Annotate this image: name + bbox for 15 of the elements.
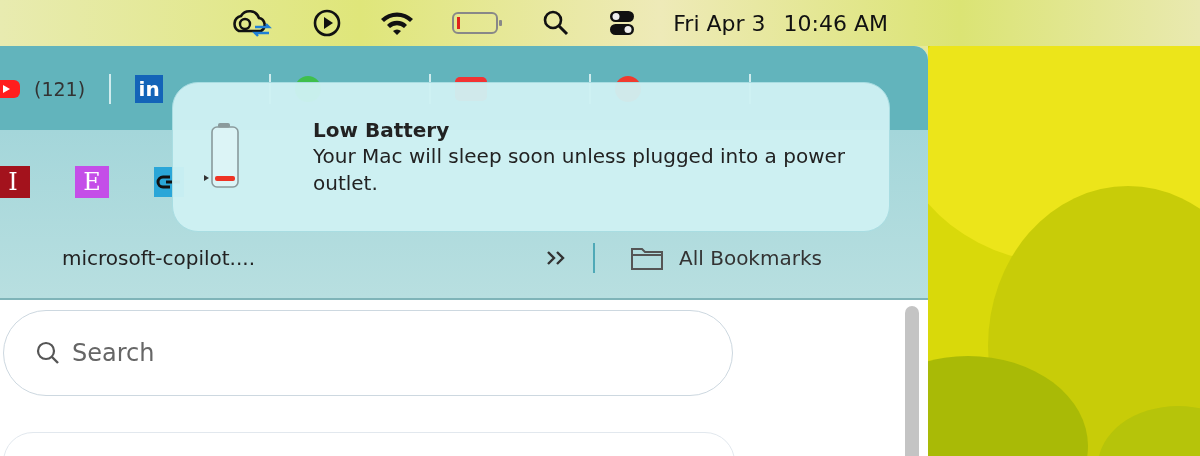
- tab-title[interactable]: (121): [34, 78, 86, 100]
- notification-title: Low Battery: [313, 117, 451, 142]
- bookmark-icon[interactable]: E: [75, 166, 109, 198]
- search-field[interactable]: Search: [3, 310, 733, 396]
- notification-message: Your Mac will sleep soon unless plugged into a power outlet.: [313, 142, 847, 197]
- logo-icon: in: [135, 75, 164, 103]
- bookmark-link[interactable]: microsoft-copilot....: [62, 246, 255, 270]
- scrollbar-thumb[interactable]: [905, 306, 919, 456]
- menu-bar-date[interactable]: Fri Apr 3: [673, 10, 766, 36]
- play-logo-icon: [0, 78, 20, 100]
- all-bookmarks-link[interactable]: All Bookmarks: [679, 246, 822, 270]
- chevron-icon[interactable]: [545, 249, 567, 267]
- bookmark-icon[interactable]: I: [0, 166, 30, 198]
- low-battery-toast[interactable]: Low Battery Your Mac will sleep soon unless plugged into a power outlet.: [172, 82, 890, 232]
- menu-bar-time[interactable]: 10:46 AM: [783, 10, 888, 36]
